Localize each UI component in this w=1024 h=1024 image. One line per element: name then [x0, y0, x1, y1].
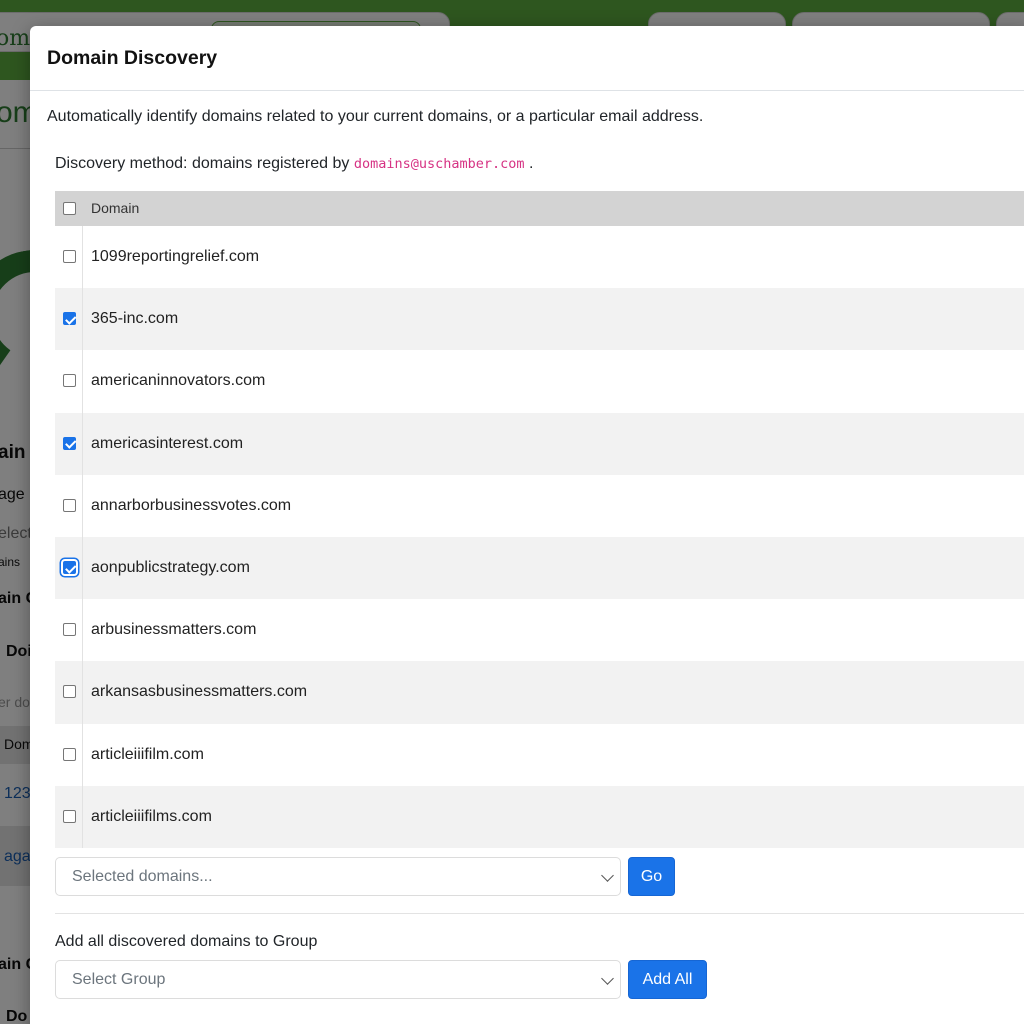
row-checkbox[interactable] — [63, 374, 76, 388]
domain-name: articleiiifilm.com — [91, 745, 204, 763]
table-row[interactable]: americaninnovators.com — [55, 350, 1024, 413]
domains-table: Domain 1099reportingrelief.com 365-inc.co… — [55, 191, 1024, 848]
table-row[interactable]: aonpublicstrategy.com — [55, 536, 1024, 600]
table-row[interactable]: annarborbusinessvotes.com — [55, 474, 1024, 537]
domain-name: aonpublicstrategy.com — [91, 559, 250, 577]
chevron-down-icon — [601, 869, 614, 882]
domain-name: americasinterest.com — [91, 434, 244, 452]
column-divider — [82, 723, 83, 786]
domain-column-header: Domain — [91, 200, 140, 216]
method-email: domains@uschamber.com — [353, 156, 525, 172]
column-divider — [82, 350, 83, 413]
table-row[interactable]: arbusinessmatters.com — [55, 599, 1024, 662]
column-divider — [82, 785, 83, 848]
column-divider — [82, 412, 83, 475]
table-row[interactable]: 365-inc.com — [55, 288, 1024, 351]
domain-name: articleiiifilms.com — [91, 807, 212, 825]
table-row[interactable]: 1099reportingrelief.com — [55, 226, 1024, 289]
intro-text: Automatically identify domains related t… — [47, 108, 704, 125]
select-placeholder: Selected domains... — [72, 867, 213, 885]
row-checkbox[interactable] — [63, 809, 76, 823]
table-header: Domain — [55, 191, 1024, 226]
table-row[interactable]: articleiiifilm.com — [55, 723, 1024, 786]
row-checkbox[interactable] — [63, 250, 76, 264]
domain-name: 365-inc.com — [91, 310, 179, 328]
row-checkbox[interactable] — [63, 436, 76, 450]
select-all-checkbox[interactable] — [63, 202, 76, 215]
column-divider — [82, 536, 83, 600]
table-row[interactable]: americasinterest.com — [55, 412, 1024, 475]
column-divider — [82, 599, 83, 662]
chevron-down-icon — [601, 972, 614, 985]
row-checkbox[interactable] — [63, 498, 76, 512]
add-all-button[interactable]: Add All — [628, 960, 707, 999]
row-checkbox[interactable] — [63, 685, 76, 699]
row-checkbox[interactable] — [63, 623, 76, 637]
domain-name: arkansasbusinessmatters.com — [91, 683, 308, 701]
domain-name: americaninnovators.com — [91, 372, 266, 390]
method-suffix: . — [528, 155, 534, 172]
table-row[interactable]: arkansasbusinessmatters.com — [55, 661, 1024, 724]
row-checkbox[interactable] — [63, 312, 76, 326]
group-label: Add all discovered domains to Group — [55, 933, 318, 950]
table-body: 1099reportingrelief.com 365-inc.com americ… — [55, 226, 1024, 848]
domain-name: annarborbusinessvotes.com — [91, 496, 292, 514]
domain-name: 1099reportingrelief.com — [91, 248, 260, 266]
column-divider — [82, 474, 83, 537]
select-placeholder: Select Group — [72, 970, 166, 988]
domain-name: arbusinessmatters.com — [91, 621, 257, 639]
modal-header: Domain Discovery — [30, 26, 1024, 91]
divider — [55, 913, 1024, 914]
discovery-method: Discovery method: domains registered by … — [55, 155, 533, 173]
column-divider — [82, 226, 83, 289]
row-checkbox[interactable] — [63, 561, 76, 575]
column-divider — [82, 661, 83, 724]
method-prefix: Discovery method: domains registered by — [55, 155, 350, 172]
table-row[interactable]: articleiiifilms.com — [55, 785, 1024, 848]
row-checkbox[interactable] — [63, 747, 76, 761]
column-divider — [82, 288, 83, 351]
modal-title: Domain Discovery — [47, 46, 218, 69]
domain-discovery-modal: Domain Discovery Automatically identify … — [30, 26, 1024, 1024]
go-button[interactable]: Go — [628, 857, 675, 896]
group-select[interactable]: Select Group — [55, 960, 621, 999]
selected-domains-action-select[interactable]: Selected domains... — [55, 857, 621, 896]
